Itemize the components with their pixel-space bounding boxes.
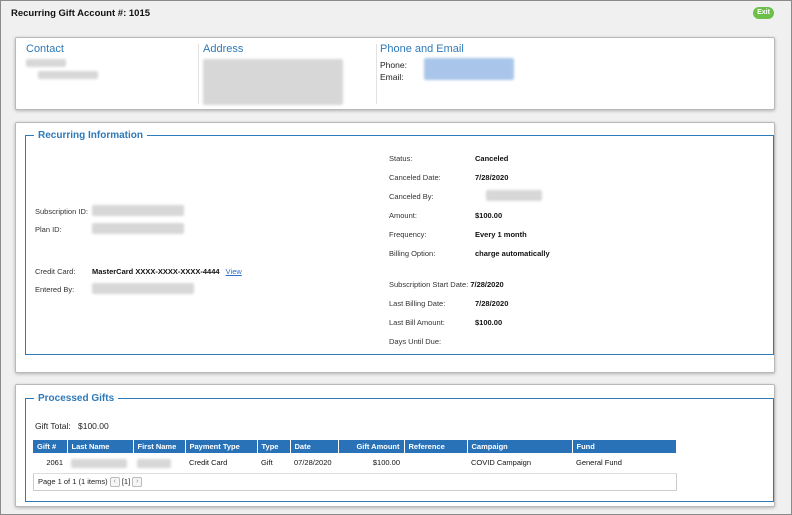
recurring-card: Recurring Information Subscription ID: P… xyxy=(15,122,775,373)
app-frame: Recurring Gift Account #: 1015 Exit Cont… xyxy=(0,0,792,515)
subscription-id-label: Subscription ID: xyxy=(35,207,88,216)
last-billing-value: 7/28/2020 xyxy=(475,299,509,308)
view-card-link[interactable]: View xyxy=(226,267,242,276)
billing-option-value: charge automatically xyxy=(475,249,550,258)
contact-card: Contact Address Phone and Email Phone: E… xyxy=(15,37,775,110)
address-redacted xyxy=(203,59,343,105)
gifts-legend: Processed Gifts xyxy=(38,393,115,404)
entered-by-redacted xyxy=(92,283,194,294)
col-type[interactable]: Type xyxy=(257,440,291,453)
start-date-label-text: Subscription Start Date: xyxy=(389,280,469,289)
canceled-date-value: 7/28/2020 xyxy=(475,173,509,182)
last-bill-amount-label: Last Bill Amount: xyxy=(389,318,445,327)
status-value: Canceled xyxy=(475,154,509,163)
col-payment-type[interactable]: Payment Type xyxy=(185,440,258,453)
divider xyxy=(198,44,199,104)
gift-total-value: $100.00 xyxy=(78,421,109,431)
cell-payment-type: Credit Card xyxy=(185,453,257,474)
pager: Page 1 of 1 (1 items) ‹ [1] › xyxy=(33,474,677,491)
contact-heading: Contact xyxy=(26,43,64,55)
days-until-due-label: Days Until Due: xyxy=(389,337,442,346)
phone-email-redacted xyxy=(424,58,514,80)
cell-fund: General Fund xyxy=(572,453,677,474)
frequency-label: Frequency: xyxy=(389,230,427,239)
table-row[interactable]: 2061 Credit Card Gift 07/28/2020 $100.00… xyxy=(33,453,677,474)
recurring-legend: Recurring Information xyxy=(38,130,144,141)
contact-org-redacted xyxy=(38,71,98,79)
cell-reference xyxy=(404,453,467,474)
cell-date: 07/28/2020 xyxy=(290,453,338,474)
start-date-value: 7/28/2020 xyxy=(470,280,504,289)
col-campaign[interactable]: Campaign xyxy=(467,440,573,453)
last-bill-amount-value: $100.00 xyxy=(475,318,503,327)
amount-label: Amount: xyxy=(389,211,417,220)
col-gift-amount[interactable]: Gift Amount xyxy=(338,440,405,453)
cell-type: Gift xyxy=(257,453,290,474)
credit-card-value: MasterCard XXXX-XXXX-XXXX-4444 View xyxy=(92,267,242,276)
contact-name-redacted xyxy=(26,59,66,67)
cell-campaign: COVID Campaign xyxy=(467,453,572,474)
last-name-redacted xyxy=(71,458,127,468)
col-last-name[interactable]: Last Name xyxy=(67,440,134,453)
gift-total-label: Gift Total: xyxy=(35,421,71,431)
gifts-table: Gift # Last Name First Name Payment Type… xyxy=(33,440,677,474)
divider xyxy=(376,44,377,104)
gifts-card: Processed Gifts Gift Total: $100.00 Gift… xyxy=(15,384,775,507)
address-heading: Address xyxy=(203,43,244,55)
chevron-right-icon[interactable]: › xyxy=(132,477,143,488)
amount-value: $100.00 xyxy=(475,211,503,220)
subscription-id-redacted xyxy=(92,205,184,216)
col-first-name[interactable]: First Name xyxy=(133,440,186,453)
status-label: Status: xyxy=(389,154,413,163)
col-date[interactable]: Date xyxy=(290,440,339,453)
cell-gift-amount: $100.00 xyxy=(338,453,404,474)
pager-current-page[interactable]: [1] xyxy=(122,477,130,486)
page-title: Recurring Gift Account #: 1015 xyxy=(11,8,151,19)
frequency-value: Every 1 month xyxy=(475,230,527,239)
canceled-date-label: Canceled Date: xyxy=(389,173,441,182)
cell-first-name xyxy=(133,453,185,474)
email-label: Email: xyxy=(380,72,404,82)
plan-id-redacted xyxy=(92,223,184,234)
col-reference[interactable]: Reference xyxy=(404,440,468,453)
last-billing-label: Last Billing Date: xyxy=(389,299,446,308)
first-name-redacted xyxy=(137,458,171,468)
credit-card-number: MasterCard XXXX-XXXX-XXXX-4444 xyxy=(92,267,220,276)
plan-id-label: Plan ID: xyxy=(35,225,62,234)
chevron-left-icon[interactable]: ‹ xyxy=(109,477,120,488)
col-gift-no[interactable]: Gift # xyxy=(33,440,68,453)
start-date-label: Subscription Start Date: 7/28/2020 xyxy=(389,280,504,289)
phone-email-heading: Phone and Email xyxy=(380,43,464,55)
entered-by-label: Entered By: xyxy=(35,285,75,294)
phone-label: Phone: xyxy=(380,60,407,70)
gifts-header-row: Gift # Last Name First Name Payment Type… xyxy=(33,440,677,453)
billing-option-label: Billing Option: xyxy=(389,249,436,258)
col-fund[interactable]: Fund xyxy=(572,440,677,453)
cell-gift-no: 2061 xyxy=(33,453,67,474)
pager-summary: Page 1 of 1 (1 items) xyxy=(38,477,108,486)
credit-card-label: Credit Card: xyxy=(35,267,76,276)
canceled-by-redacted xyxy=(486,190,542,201)
cell-last-name xyxy=(67,453,133,474)
exit-button[interactable]: Exit xyxy=(753,7,774,19)
canceled-by-label: Canceled By: xyxy=(389,192,434,201)
